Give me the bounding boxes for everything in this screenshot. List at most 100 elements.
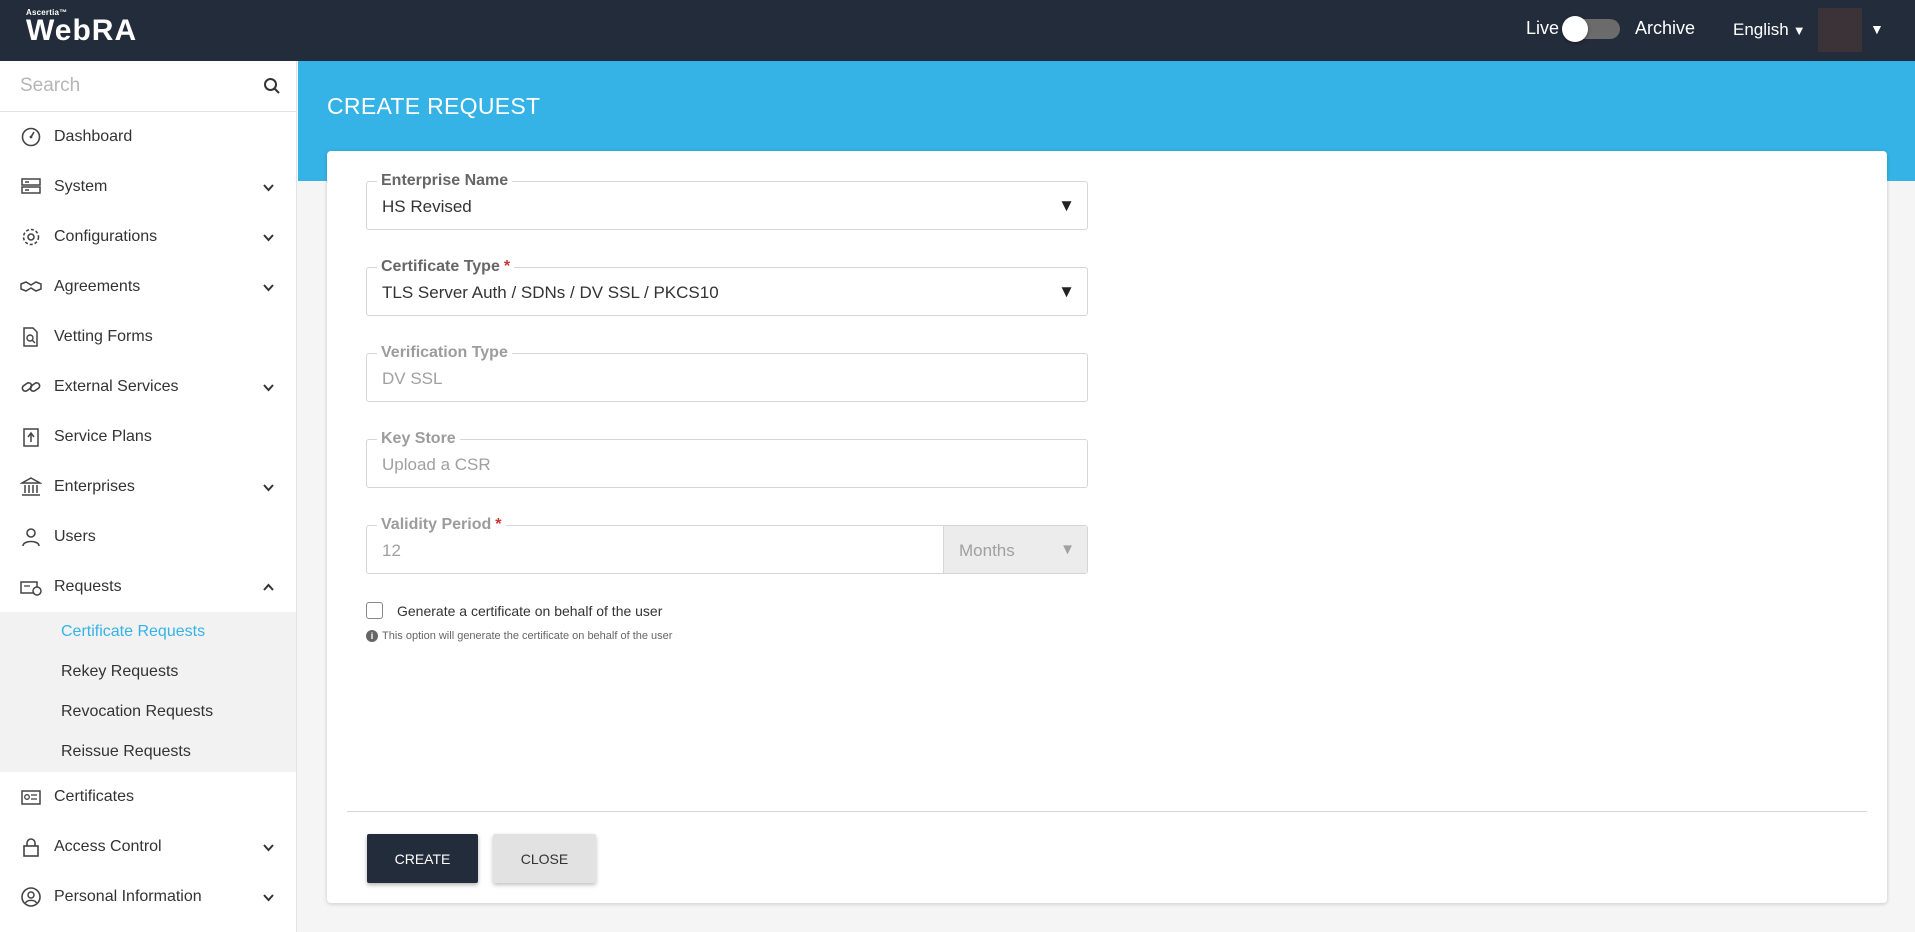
sidebar-item-system[interactable]: System (0, 162, 296, 212)
sidebar: Dashboard System Configurations Agreemen… (0, 61, 297, 932)
enterprise-name-select[interactable]: Enterprise Name HS Revised ▼ (366, 172, 1088, 230)
verification-type-label: Verification Type (377, 344, 512, 362)
hint-text: This option will generate the certificat… (382, 630, 673, 642)
sidebar-item-label: Vetting Forms (54, 328, 153, 345)
sidebar-search (0, 61, 297, 112)
sidebar-item-configurations[interactable]: Configurations (0, 212, 296, 262)
caret-down-icon: ▼ (1058, 196, 1075, 215)
gear-icon (22, 228, 40, 246)
enterprise-name-label: Enterprise Name (377, 172, 513, 190)
on-behalf-checkbox[interactable] (366, 602, 383, 619)
sidebar-item-label: Personal Information (54, 888, 202, 905)
server-icon (21, 178, 41, 194)
sidebar-item-enterprises[interactable]: Enterprises (0, 462, 296, 512)
archive-label: Archive (1635, 18, 1696, 38)
sidebar-item-dashboard[interactable]: Dashboard (0, 112, 296, 162)
search-icon[interactable] (263, 77, 281, 95)
verification-type-field: Verification Type DV SSL (366, 344, 1088, 402)
validity-period-label: Validity Period * (377, 516, 506, 534)
certificate-icon (21, 790, 41, 805)
validity-unit-select: Months ▼ (943, 526, 1087, 573)
logo-product-text: WebRA (26, 14, 138, 47)
caret-down-icon: ▼ (1058, 282, 1075, 301)
toggle-knob (1562, 16, 1588, 42)
sidebar-item-label: External Services (54, 378, 179, 395)
avatar[interactable] (1818, 8, 1862, 52)
sidebar-item-vetting-forms[interactable]: Vetting Forms (0, 312, 296, 362)
page-title: CREATE REQUEST (327, 93, 541, 119)
sidebar-item-service-plans[interactable]: Service Plans (0, 412, 296, 462)
enterprise-name-value: HS Revised (382, 197, 472, 216)
handshake-icon (20, 281, 42, 292)
sidebar-subitem-revocation-requests[interactable]: Revocation Requests (0, 692, 296, 732)
language-selector[interactable]: English ▼ (1733, 20, 1806, 40)
link-icon (21, 382, 41, 392)
sidebar-item-label: Users (54, 528, 96, 545)
certificate-type-select[interactable]: Certificate Type * TLS Server Auth / SDNs… (366, 258, 1088, 316)
sidebar-item-label: Agreements (54, 278, 141, 295)
on-behalf-checkbox-label: Generate a certificate on behalf of the … (397, 602, 663, 619)
sidebar-item-label: Access Control (54, 838, 162, 855)
sidebar-item-access-control[interactable]: Access Control (0, 822, 296, 872)
certificate-type-label: Certificate Type * (377, 258, 515, 276)
create-button[interactable]: CREATE (367, 834, 478, 883)
sidebar-item-users[interactable]: Users (0, 512, 296, 562)
sidebar-item-label: Dashboard (54, 128, 133, 145)
clipboard-upload-icon (23, 428, 39, 447)
sidebar-subitem-rekey-requests[interactable]: Rekey Requests (0, 652, 296, 692)
dashboard-icon (21, 127, 41, 147)
chevron-down-icon (263, 384, 274, 392)
sidebar-item-personal-information[interactable]: Personal Information (0, 872, 296, 922)
webra-logo[interactable]: Ascertia™ WebRA (26, 8, 137, 46)
chevron-up-icon (263, 583, 274, 591)
sidebar-item-certificates[interactable]: Certificates (0, 772, 296, 822)
validity-unit-value: Months (959, 541, 1015, 560)
bank-icon (20, 477, 42, 496)
chevron-down-icon (263, 894, 274, 902)
key-store-value: Upload a CSR (382, 455, 491, 474)
validity-period-field: Validity Period * 12 Months ▼ (366, 516, 1088, 574)
key-store-field[interactable]: Key Store Upload a CSR (366, 430, 1088, 488)
validity-period-value: 12 (382, 541, 401, 560)
sidebar-item-external-services[interactable]: External Services (0, 362, 296, 412)
sidebar-item-agreements[interactable]: Agreements (0, 262, 296, 312)
form-divider (347, 811, 1867, 812)
sidebar-item-label: Configurations (54, 228, 158, 245)
user-menu-caret-icon[interactable]: ▼ (1870, 21, 1884, 37)
create-request-card: Enterprise Name HS Revised ▼ Certificate… (327, 151, 1887, 903)
sidebar-item-label: Requests (54, 578, 122, 595)
sidebar-item-requests[interactable]: Requests (0, 562, 296, 612)
chevron-down-icon (263, 234, 274, 242)
certificate-type-value: TLS Server Auth / SDNs / DV SSL / PKCS10 (382, 283, 719, 302)
search-input[interactable] (0, 61, 297, 111)
live-archive-toggle[interactable] (1562, 16, 1620, 42)
required-marker: * (503, 258, 511, 275)
chevron-down-icon (263, 284, 274, 292)
verification-type-value: DV SSL (382, 369, 443, 388)
on-behalf-checkbox-row[interactable]: Generate a certificate on behalf of the … (366, 602, 662, 619)
on-behalf-hint: i This option will generate the certific… (366, 630, 672, 642)
sidebar-subitem-reissue-requests[interactable]: Reissue Requests (0, 732, 296, 772)
sidebar-item-label: Certificates (54, 788, 135, 805)
live-label: Live (1526, 18, 1560, 38)
top-bar: Ascertia™ WebRA Live Archive English ▼ ▼ (0, 0, 1915, 61)
language-label: English (1733, 20, 1789, 39)
sidebar-item-label: Service Plans (54, 428, 152, 445)
sidebar-item-label: System (54, 178, 108, 195)
chevron-down-icon (263, 844, 274, 852)
requests-icon (20, 581, 42, 596)
user-icon (22, 528, 40, 547)
caret-down-icon: ▼ (1060, 541, 1075, 558)
requests-submenu: Certificate Requests Rekey Requests Revo… (0, 612, 296, 772)
sidebar-item-label: Enterprises (54, 478, 135, 495)
document-search-icon (23, 327, 38, 347)
chevron-down-icon (263, 484, 274, 492)
caret-down-icon: ▼ (1792, 23, 1806, 38)
close-button[interactable]: CLOSE (493, 834, 596, 883)
sidebar-subitem-certificate-requests[interactable]: Certificate Requests (0, 612, 296, 652)
sidebar-nav: Dashboard System Configurations Agreemen… (0, 112, 296, 612)
chevron-down-icon (263, 184, 274, 192)
required-marker: * (495, 516, 502, 533)
sidebar-nav-lower: Certificates Access Control Personal Inf… (0, 772, 296, 922)
user-circle-icon (21, 887, 41, 907)
